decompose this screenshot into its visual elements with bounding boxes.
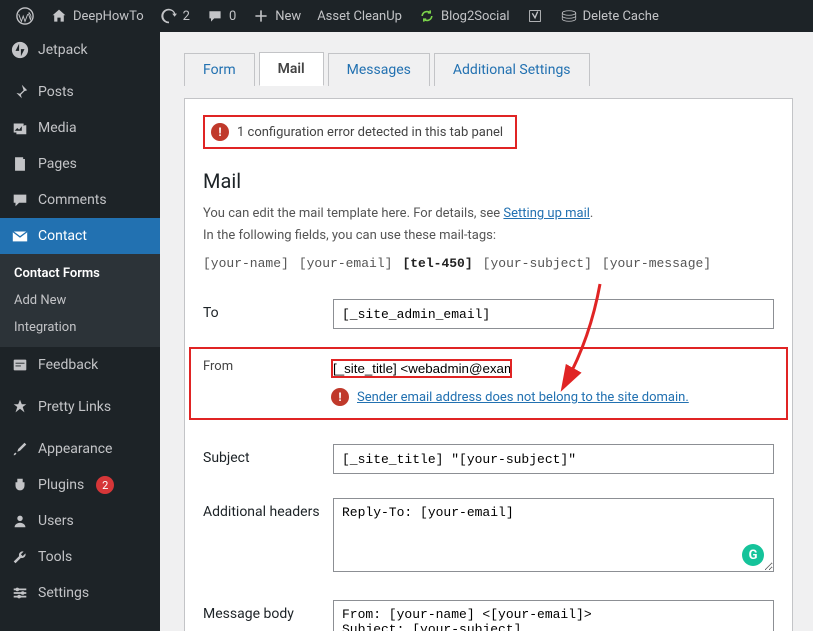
wp-logo[interactable] <box>8 0 42 32</box>
label-from: From <box>203 359 331 374</box>
mail-heading: Mail <box>203 169 774 193</box>
error-icon: ! <box>211 123 229 141</box>
label-to: To <box>203 299 333 321</box>
media-icon <box>10 118 30 138</box>
pages-icon <box>10 154 30 174</box>
sidebar-item-jetpack[interactable]: Jetpack <box>0 32 160 68</box>
site-name-link[interactable]: DeepHowTo <box>42 0 152 32</box>
comments-icon <box>10 190 30 210</box>
updates-link[interactable]: 2 <box>152 0 198 32</box>
row-subject: Subject <box>203 444 774 474</box>
sidebar-item-settings[interactable]: Settings <box>0 575 160 611</box>
tab-mail[interactable]: Mail <box>259 52 324 86</box>
home-icon <box>50 7 68 25</box>
sidebar-item-appearance[interactable]: Appearance <box>0 431 160 467</box>
pin-icon <box>10 82 30 102</box>
plugins-update-badge: 2 <box>96 476 114 494</box>
mailtag-email[interactable]: [your-email] <box>299 253 393 275</box>
sidebar-item-feedback[interactable]: Feedback <box>0 347 160 383</box>
comments-link[interactable]: 0 <box>198 0 244 32</box>
yoast-link[interactable] <box>518 0 552 32</box>
admin-sidebar: Jetpack Posts Media Pages Comments Conta… <box>0 32 160 631</box>
delete-cache-link[interactable]: Delete Cache <box>552 0 667 32</box>
input-to[interactable] <box>333 299 774 329</box>
main-content: Form Mail Messages Additional Settings !… <box>160 32 813 631</box>
sidebar-item-pages[interactable]: Pages <box>0 146 160 182</box>
help-text: You can edit the mail template here. For… <box>203 203 774 275</box>
cache-icon <box>560 7 578 25</box>
update-icon <box>160 7 178 25</box>
jetpack-icon <box>10 40 30 60</box>
new-content-link[interactable]: New <box>244 0 309 32</box>
plug-icon <box>10 475 30 495</box>
tab-additional-settings[interactable]: Additional Settings <box>434 53 590 86</box>
sidebar-item-media[interactable]: Media <box>0 110 160 146</box>
mailtag-name[interactable]: [your-name] <box>203 253 289 275</box>
mail-icon <box>10 226 30 246</box>
row-from-highlighted: From ! Sender email address does not bel… <box>189 347 788 420</box>
setting-up-mail-link[interactable]: Setting up mail <box>503 206 589 221</box>
tab-form[interactable]: Form <box>184 53 255 86</box>
from-error-link[interactable]: Sender email address does not belong to … <box>357 390 689 405</box>
plus-icon <box>252 7 270 25</box>
config-error-banner: ! 1 configuration error detected in this… <box>203 115 517 149</box>
comment-icon <box>206 7 224 25</box>
user-icon <box>10 511 30 531</box>
tab-messages[interactable]: Messages <box>328 53 430 86</box>
site-name: DeepHowTo <box>73 9 144 24</box>
sidebar-item-users[interactable]: Users <box>0 503 160 539</box>
mail-tags-list: [your-name] [your-email] [tel-450] [your… <box>203 253 774 275</box>
wordpress-icon <box>16 7 34 25</box>
sidebar-item-tools[interactable]: Tools <box>0 539 160 575</box>
error-icon: ! <box>331 388 349 406</box>
star-icon <box>10 397 30 417</box>
admin-bar: DeepHowTo 2 0 New Asset CleanUp Blog2Soc… <box>0 0 813 32</box>
sidebar-subitem-integration[interactable]: Integration <box>0 314 160 341</box>
from-error: ! Sender email address does not belong t… <box>331 388 689 406</box>
sidebar-item-plugins[interactable]: Plugins2 <box>0 467 160 503</box>
mail-panel: ! 1 configuration error detected in this… <box>184 98 793 631</box>
asset-cleanup-link[interactable]: Asset CleanUp <box>309 0 410 32</box>
sidebar-item-pretty-links[interactable]: Pretty Links <box>0 389 160 425</box>
mailtag-message[interactable]: [your-message] <box>602 253 711 275</box>
input-from[interactable] <box>331 359 512 378</box>
row-to: To <box>203 299 774 329</box>
config-error-text: 1 configuration error detected in this t… <box>237 125 503 140</box>
textarea-additional-headers[interactable] <box>333 498 774 572</box>
contact-submenu: Contact Forms Add New Integration <box>0 254 160 347</box>
textarea-message-body[interactable] <box>333 600 774 631</box>
sidebar-subitem-add-new[interactable]: Add New <box>0 287 160 314</box>
sidebar-item-contact[interactable]: Contact <box>0 218 160 254</box>
brush-icon <box>10 439 30 459</box>
yoast-icon <box>526 7 544 25</box>
feedback-icon <box>10 355 30 375</box>
mailtag-tel[interactable]: [tel-450] <box>402 253 472 275</box>
config-tabs: Form Mail Messages Additional Settings <box>184 52 793 86</box>
label-subject: Subject <box>203 444 333 466</box>
input-subject[interactable] <box>333 444 774 474</box>
refresh-icon <box>418 7 436 25</box>
sidebar-item-posts[interactable]: Posts <box>0 74 160 110</box>
row-message-body: Message body <box>203 600 774 631</box>
blog2social-link[interactable]: Blog2Social <box>410 0 518 32</box>
wrench-icon <box>10 547 30 567</box>
sliders-icon <box>10 583 30 603</box>
mailtag-subject[interactable]: [your-subject] <box>483 253 592 275</box>
sidebar-item-comments[interactable]: Comments <box>0 182 160 218</box>
label-message-body: Message body <box>203 600 333 622</box>
row-additional-headers: Additional headers G <box>203 498 774 576</box>
sidebar-subitem-contact-forms[interactable]: Contact Forms <box>0 260 160 287</box>
label-additional-headers: Additional headers <box>203 498 333 520</box>
